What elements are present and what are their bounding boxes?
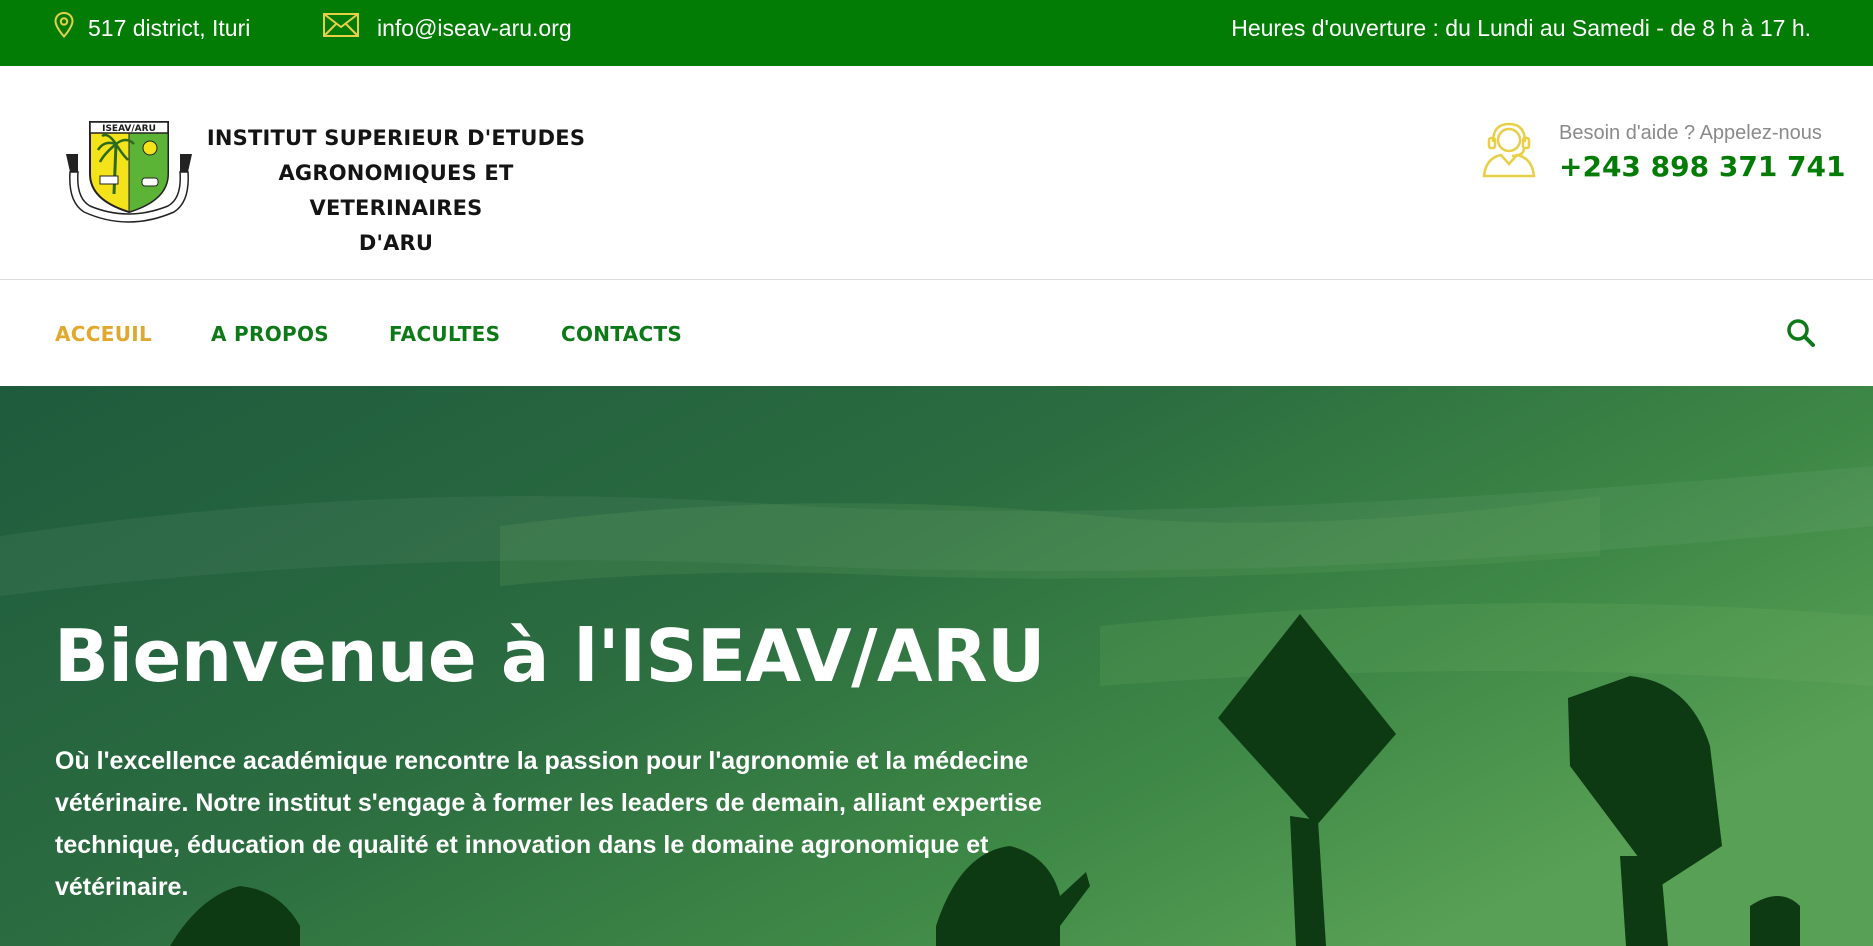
- map-pin-icon: [54, 11, 74, 44]
- site-header: ISEAV/ARU INSTITUT SUPERIEUR D'ETUDES AG…: [0, 66, 1873, 280]
- headset-support-icon: [1478, 118, 1540, 180]
- main-navigation: ACCEUIL A PROPOS FACULTES CONTACTS: [0, 281, 1873, 386]
- email-link[interactable]: info@iseav-aru.org: [377, 15, 572, 42]
- search-icon[interactable]: [1785, 317, 1817, 349]
- help-label: Besoin d'aide ? Appelez-nous: [1559, 122, 1822, 144]
- nav-item-a-propos[interactable]: A PROPOS: [211, 281, 329, 386]
- institute-name-line-2: AGRONOMIQUES ET VETERINAIRES: [278, 161, 514, 220]
- address-item: 517 district, Ituri: [54, 0, 250, 56]
- hero-banner: Bienvenue à l'ISEAV/ARU Où l'excellence …: [0, 386, 1873, 946]
- institute-name: INSTITUT SUPERIEUR D'ETUDES AGRONOMIQUES…: [200, 121, 592, 261]
- nav-item-acceuil[interactable]: ACCEUIL: [55, 281, 152, 386]
- nav-item-facultes[interactable]: FACULTES: [389, 281, 500, 386]
- envelope-icon: [323, 13, 359, 43]
- institute-name-line-1: INSTITUT SUPERIEUR D'ETUDES: [206, 126, 586, 150]
- email-item[interactable]: info@iseav-aru.org: [323, 0, 572, 56]
- institute-logo[interactable]: ISEAV/ARU: [64, 114, 194, 224]
- top-info-bar: 517 district, Ituri info@iseav-aru.org H…: [0, 0, 1873, 66]
- hero-title: Bienvenue à l'ISEAV/ARU: [54, 614, 1046, 698]
- nav-item-contacts[interactable]: CONTACTS: [561, 281, 682, 386]
- opening-hours: Heures d'ouverture : du Lundi au Samedi …: [1231, 14, 1811, 41]
- institute-name-line-3: D'ARU: [358, 231, 434, 255]
- logo-text: ISEAV/ARU: [102, 124, 156, 134]
- help-phone-link[interactable]: +243 898 371 741: [1559, 150, 1846, 183]
- hero-description: Où l'excellence académique rencontre la …: [55, 747, 1042, 901]
- address-text: 517 district, Ituri: [88, 14, 251, 41]
